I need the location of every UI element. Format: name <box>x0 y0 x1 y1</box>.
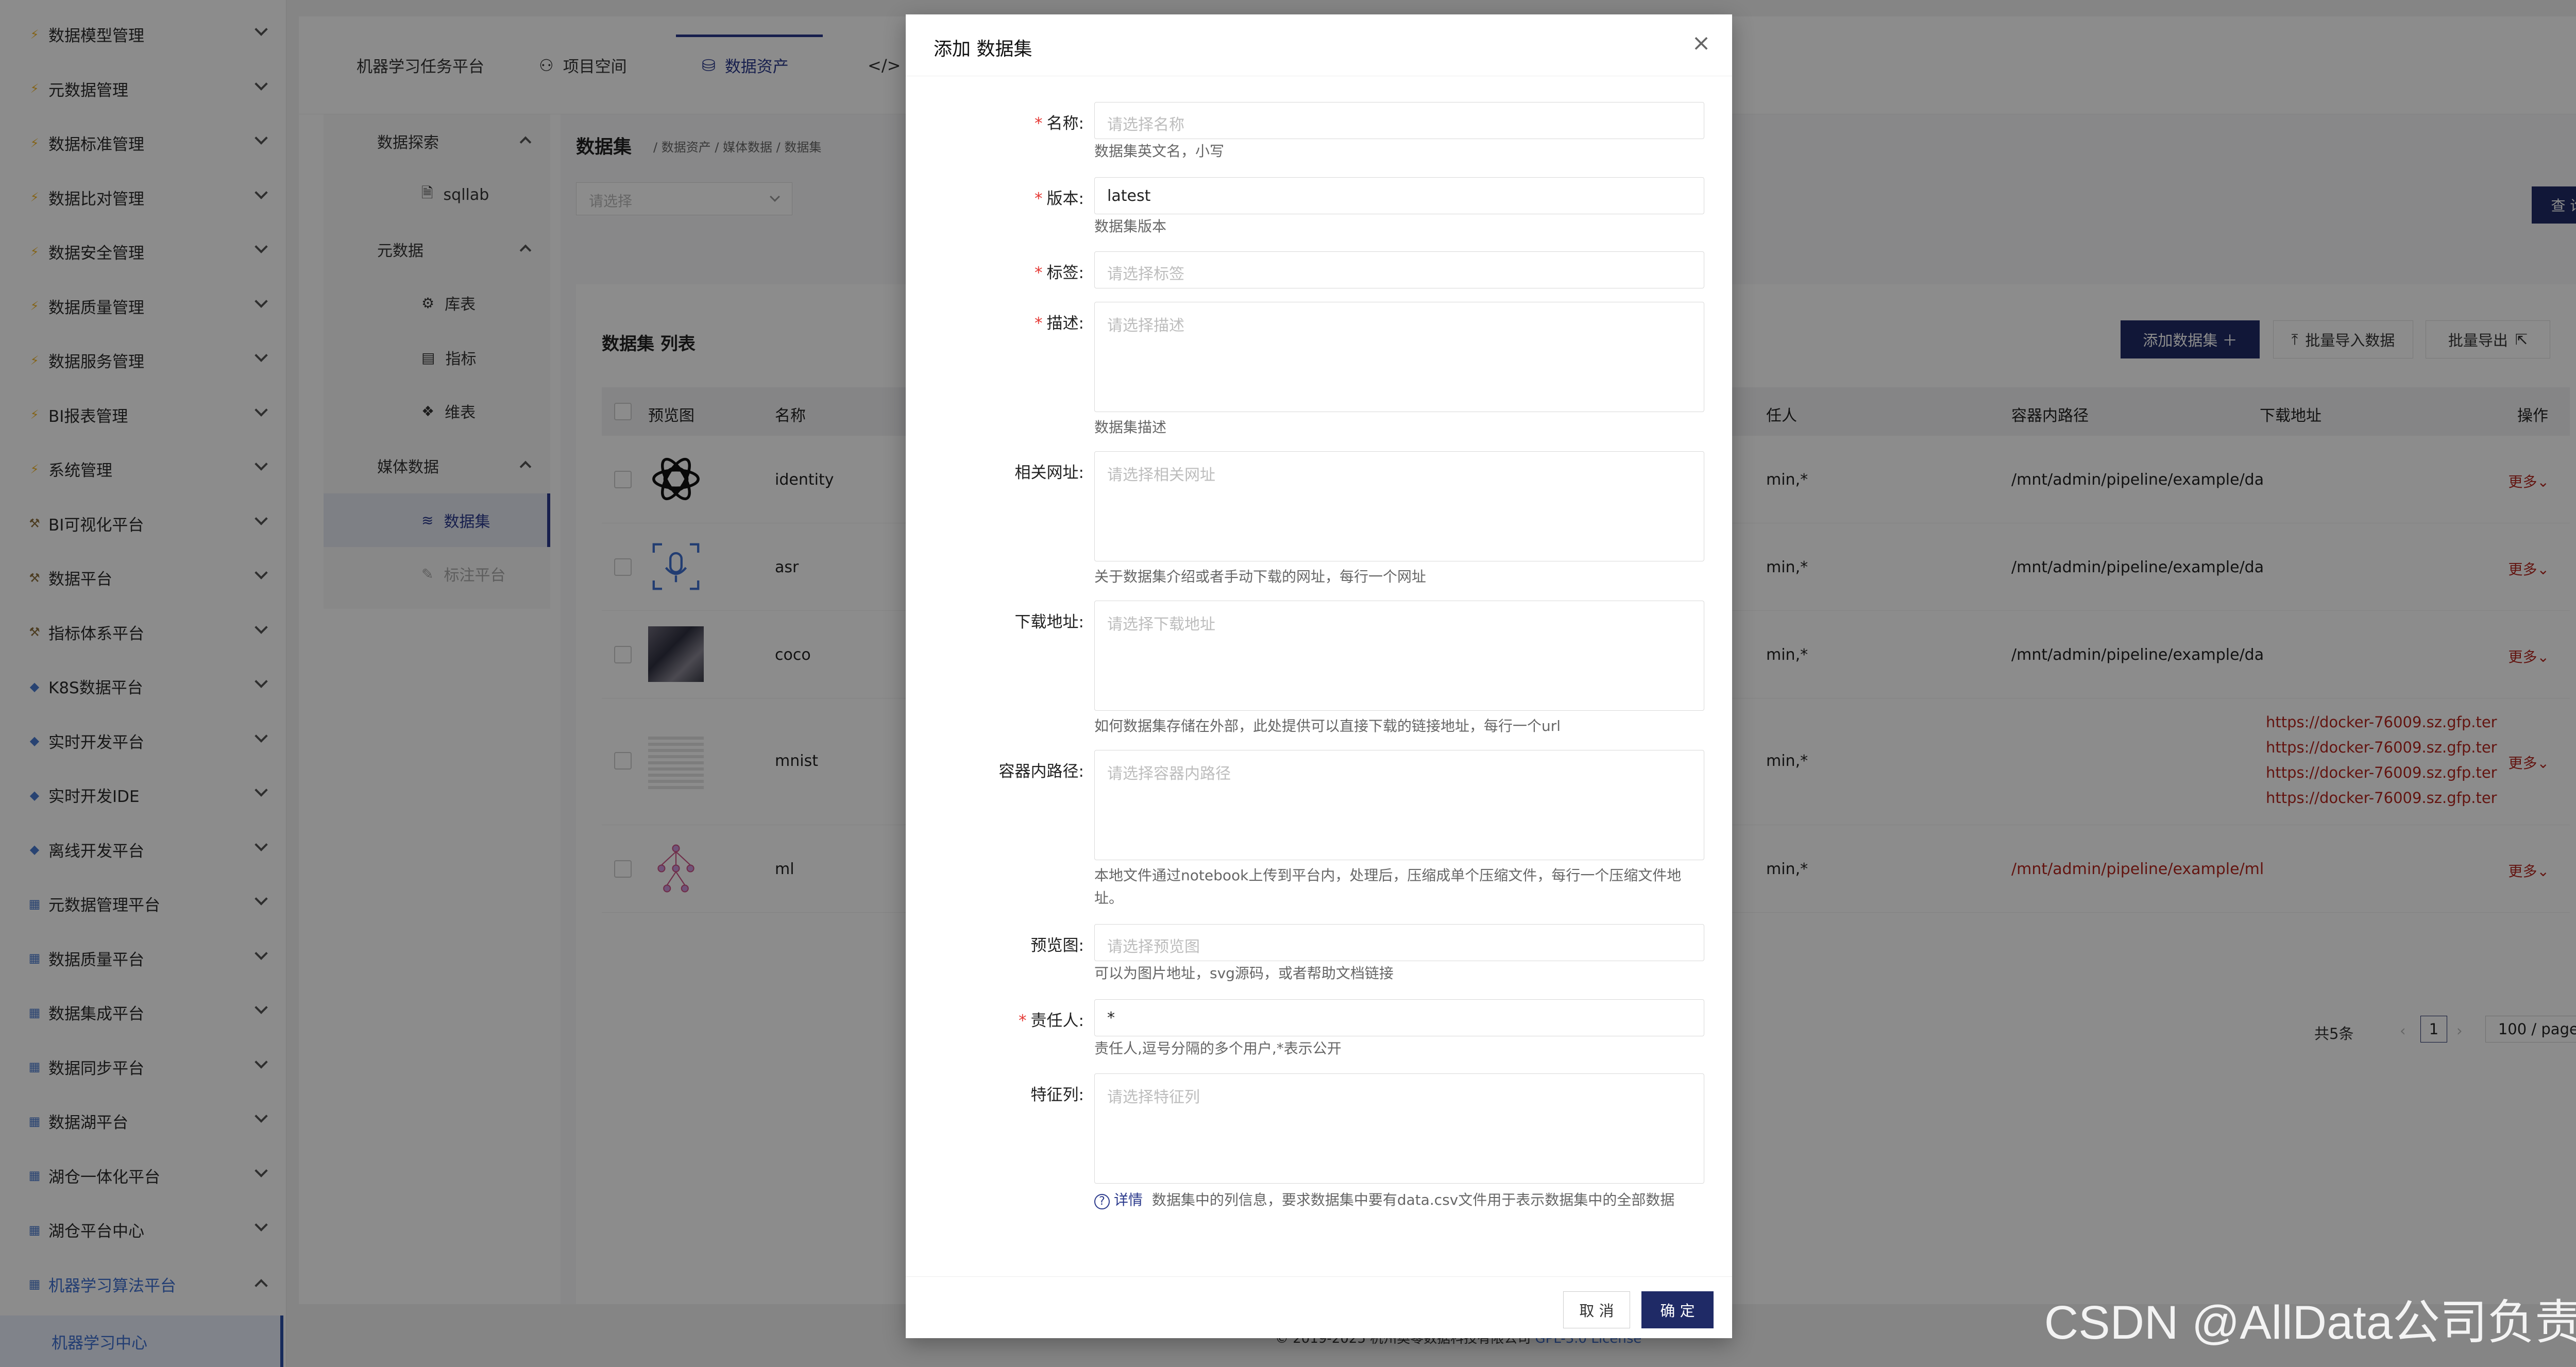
preview-help: 可以为图片地址，svg源码，或者帮助文档链接 <box>1094 965 1394 982</box>
features-help-text: 数据集中的列信息，要求数据集中要有data.csv文件用于表示数据集中的全部数据 <box>1151 1191 1675 1208</box>
csdn-watermark: CSDN @AllData公司负责人 <box>2044 1296 2576 1349</box>
required-mark: * <box>1035 314 1043 333</box>
version-help: 数据集版本 <box>1094 218 1167 235</box>
url-help: 关于数据集介绍或者手动下载的网址，每行一个网址 <box>1094 568 1427 585</box>
required-mark: * <box>1035 264 1043 282</box>
tags-label: * 标签: <box>906 260 1084 283</box>
download-label: 下载地址: <box>906 609 1084 632</box>
features-label-text: 特征列: <box>1030 1086 1084 1104</box>
owner-help: 责任人,逗号分隔的多个用户,*表示公开 <box>1094 1040 1342 1057</box>
cancel-button[interactable]: 取 消 <box>1563 1291 1630 1328</box>
path-label-text: 容器内路径: <box>998 762 1084 781</box>
url-textarea[interactable]: 请选择相关网址 <box>1094 451 1704 561</box>
features-help: ? 详情 数据集中的列信息，要求数据集中要有data.csv文件用于表示数据集中的… <box>1094 1189 1707 1211</box>
tags-label-text: 标签: <box>1046 264 1084 282</box>
name-label: * 名称: <box>906 110 1084 133</box>
desc-label: * 描述: <box>906 310 1084 333</box>
features-label: 特征列: <box>906 1082 1084 1105</box>
path-help: 本地文件通过notebook上传到平台内，处理后，压缩成单个压缩文件，每行一个压… <box>1094 867 1682 907</box>
name-input[interactable]: 请选择名称 <box>1094 102 1704 139</box>
desc-textarea[interactable]: 请选择描述 <box>1094 302 1704 412</box>
required-mark: * <box>1035 114 1043 133</box>
owner-input[interactable]: * <box>1094 999 1704 1036</box>
name-label-text: 名称: <box>1046 114 1084 133</box>
path-textarea[interactable]: 请选择容器内路径 <box>1094 750 1704 860</box>
owner-label: * 责任人: <box>906 1007 1084 1031</box>
name-help: 数据集英文名，小写 <box>1094 143 1225 160</box>
close-icon[interactable]: × <box>1689 32 1714 57</box>
version-label-text: 版本: <box>1046 190 1084 208</box>
tags-input[interactable]: 请选择标签 <box>1094 251 1704 288</box>
required-mark: * <box>1035 190 1043 208</box>
modal-footer: 取 消 确 定 <box>906 1276 1732 1338</box>
version-input[interactable]: latest <box>1094 177 1704 214</box>
desc-label-text: 描述: <box>1046 314 1084 333</box>
required-mark: * <box>1019 1012 1027 1030</box>
url-label-text: 相关网址: <box>1014 464 1084 482</box>
add-dataset-modal: 添加 数据集 × * 名称: 请选择名称 数据集英文名，小写 * 版本: lates… <box>906 14 1732 1338</box>
preview-label: 预览图: <box>906 932 1084 955</box>
modal-header: 添加 数据集 × <box>906 14 1732 76</box>
details-link[interactable]: 详情 <box>1114 1191 1143 1208</box>
preview-input[interactable]: 请选择预览图 <box>1094 924 1704 961</box>
modal-title: 添加 数据集 <box>934 39 1032 60</box>
download-label-text: 下载地址: <box>1014 613 1084 631</box>
download-textarea[interactable]: 请选择下载地址 <box>1094 601 1704 711</box>
url-label: 相关网址: <box>906 459 1084 483</box>
download-help: 如何数据集存储在外部，此处提供可以直接下载的链接地址，每行一个url <box>1094 717 1561 734</box>
version-label: * 版本: <box>906 185 1084 209</box>
owner-label-text: 责任人: <box>1030 1012 1084 1030</box>
question-icon: ? <box>1094 1194 1110 1209</box>
desc-help: 数据集描述 <box>1094 419 1167 436</box>
path-label: 容器内路径: <box>906 758 1084 781</box>
confirm-button[interactable]: 确 定 <box>1641 1291 1714 1328</box>
preview-label-text: 预览图: <box>1030 936 1084 955</box>
features-textarea[interactable]: 请选择特征列 <box>1094 1073 1704 1184</box>
